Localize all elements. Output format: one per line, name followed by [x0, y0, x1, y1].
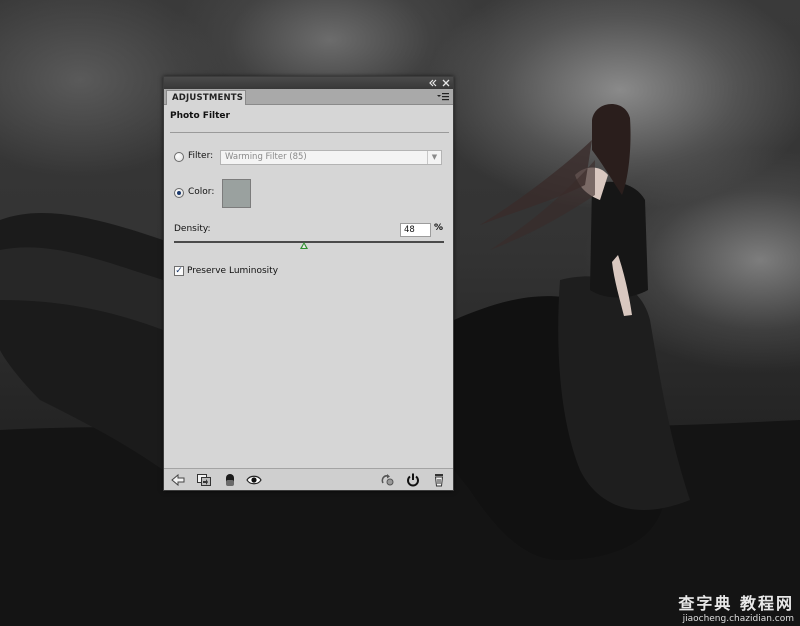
- filter-dropdown[interactable]: Warming Filter (85) ▼: [220, 150, 442, 165]
- layer-mask-icon[interactable]: [222, 473, 238, 487]
- clip-to-layer-icon[interactable]: [196, 473, 212, 487]
- filter-label: Filter:: [188, 151, 214, 161]
- density-unit: %: [434, 223, 444, 233]
- density-input[interactable]: 48: [400, 223, 431, 237]
- density-label: Density:: [174, 224, 211, 234]
- previous-state-icon[interactable]: [379, 473, 395, 487]
- back-arrow-icon[interactable]: [170, 473, 186, 487]
- reset-icon[interactable]: [405, 473, 421, 487]
- tab-adjustments[interactable]: ADJUSTMENTS: [166, 90, 246, 105]
- trash-icon[interactable]: [431, 473, 447, 487]
- double-chevron-left-icon[interactable]: [427, 77, 439, 89]
- chevron-down-icon[interactable]: ▼: [427, 151, 441, 164]
- preserve-luminosity-label: Preserve Luminosity: [187, 266, 279, 276]
- watermark-title: 查字典 教程网: [678, 594, 794, 613]
- density-slider-track[interactable]: [174, 241, 444, 243]
- watermark-url: jiaocheng.chazidian.com: [682, 614, 794, 624]
- color-label: Color:: [188, 187, 215, 197]
- close-icon[interactable]: [440, 77, 452, 89]
- density-slider-thumb[interactable]: [299, 242, 308, 249]
- filter-dropdown-value: Warming Filter (85): [225, 152, 307, 162]
- visibility-eye-icon[interactable]: [246, 473, 262, 487]
- divider: [170, 132, 449, 133]
- color-radio[interactable]: [174, 188, 184, 198]
- color-swatch[interactable]: [222, 179, 251, 208]
- filter-radio[interactable]: [174, 152, 184, 162]
- panel-menu-icon[interactable]: [436, 91, 450, 103]
- adjustments-panel: ADJUSTMENTS Photo Filter Filter: Warming…: [163, 76, 454, 491]
- adjustment-title: Photo Filter: [170, 111, 230, 121]
- preserve-luminosity-checkbox[interactable]: ✓: [174, 266, 184, 276]
- watermark: 查字典 教程网 jiaocheng.chazidian.com: [678, 590, 794, 624]
- panel-titlebar: [164, 77, 453, 89]
- panel-tab-row: ADJUSTMENTS: [164, 89, 453, 105]
- panel-bottom-toolbar: [164, 468, 453, 490]
